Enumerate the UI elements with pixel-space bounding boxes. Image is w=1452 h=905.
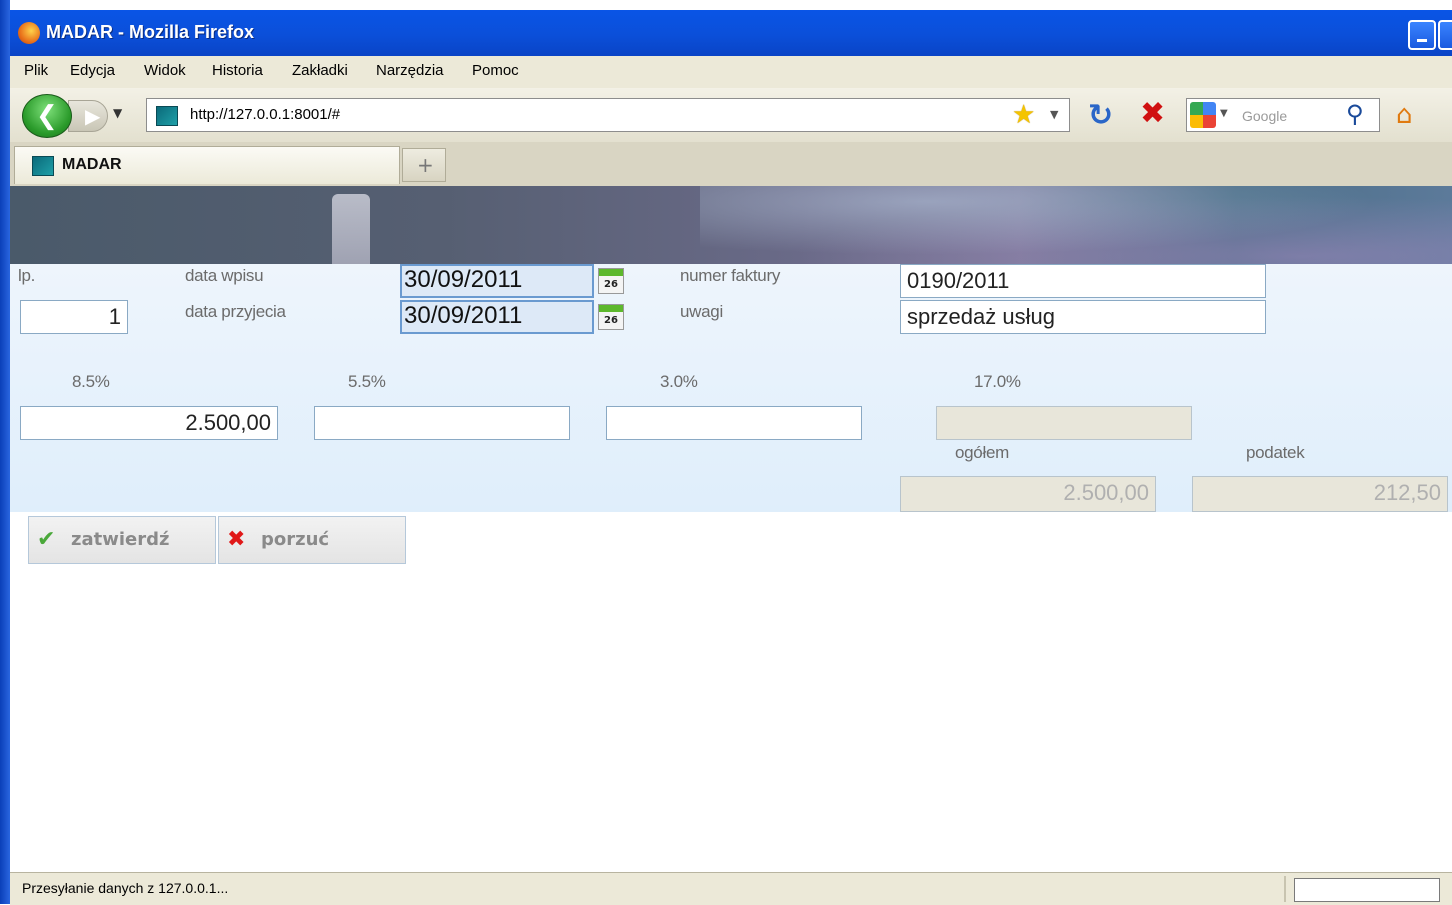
data-wpisu-label: data wpisu bbox=[185, 266, 264, 285]
menu-bookmarks[interactable]: Zakładki bbox=[292, 62, 348, 79]
google-engine-icon[interactable] bbox=[1190, 102, 1216, 128]
uwagi-field[interactable]: sprzedaż usług bbox=[900, 300, 1266, 334]
lp-field[interactable]: 1 bbox=[20, 300, 128, 334]
close-icon: ✖ bbox=[227, 527, 246, 552]
rate-3-0-field[interactable] bbox=[606, 406, 862, 440]
menu-view[interactable]: Widok bbox=[144, 62, 186, 79]
confirm-button[interactable]: ✔ zatwierdź bbox=[28, 516, 216, 564]
menu-edit[interactable]: Edycja bbox=[70, 62, 115, 79]
data-przyjecia-field[interactable]: 30/09/2011 bbox=[400, 300, 594, 334]
url-text[interactable]: http://127.0.0.1:8001/# bbox=[190, 106, 340, 123]
plus-icon: + bbox=[417, 153, 434, 177]
minimize-button[interactable] bbox=[1408, 20, 1436, 50]
forward-arrow-icon: ▶ bbox=[85, 104, 101, 128]
data-wpisu-field[interactable]: 30/09/2011 bbox=[400, 264, 594, 298]
url-dropdown-icon[interactable]: ▼ bbox=[1050, 108, 1058, 121]
rate-label-8-5: 8.5% bbox=[72, 372, 110, 391]
confirm-button-label: zatwierdź bbox=[71, 529, 170, 550]
back-button[interactable]: ❮ bbox=[22, 94, 72, 138]
rate-8-5-field[interactable]: 2.500,00 bbox=[20, 406, 278, 440]
banner-handle bbox=[332, 194, 370, 264]
menu-help[interactable]: Pomoc bbox=[472, 62, 519, 79]
numer-faktury-label: numer faktury bbox=[680, 266, 781, 285]
podatek-field: 212,50 bbox=[1192, 476, 1448, 512]
bookmark-star-icon[interactable]: ★ bbox=[1012, 100, 1035, 130]
podatek-label: podatek bbox=[1246, 443, 1305, 462]
menu-file[interactable]: Plik bbox=[24, 62, 48, 79]
top-strip bbox=[0, 0, 1452, 10]
lp-label: lp. bbox=[18, 266, 36, 285]
menu-tools[interactable]: Narzędzia bbox=[376, 62, 444, 79]
ogolem-field: 2.500,00 bbox=[900, 476, 1156, 512]
window-frame-left bbox=[0, 0, 10, 904]
tab-favicon-icon bbox=[32, 156, 54, 176]
history-dropdown-icon[interactable]: ▼ bbox=[113, 106, 122, 120]
window-title: MADAR - Mozilla Firefox bbox=[46, 22, 255, 42]
reload-icon[interactable]: ↻ bbox=[1088, 98, 1113, 133]
back-arrow-icon: ❮ bbox=[36, 101, 58, 131]
rate-label-17-0: 17.0% bbox=[974, 372, 1021, 391]
tab-label: MADAR bbox=[62, 156, 122, 173]
search-engine-dropdown-icon[interactable]: ▼ bbox=[1220, 108, 1228, 119]
status-divider bbox=[1284, 876, 1286, 902]
uwagi-label: uwagi bbox=[680, 302, 723, 321]
search-placeholder: Google bbox=[1242, 108, 1288, 124]
menu-history[interactable]: Historia bbox=[212, 62, 263, 79]
new-tab-button[interactable]: + bbox=[402, 148, 446, 182]
rate-label-5-5: 5.5% bbox=[348, 372, 386, 391]
numer-faktury-field[interactable]: 0190/2011 bbox=[900, 264, 1266, 298]
banner-decoration bbox=[700, 186, 1452, 264]
discard-button-label: porzuć bbox=[261, 529, 330, 550]
firefox-logo-icon bbox=[18, 22, 40, 44]
site-favicon-icon bbox=[156, 106, 178, 126]
forward-button[interactable]: ▶ bbox=[68, 100, 108, 132]
rate-5-5-field[interactable] bbox=[314, 406, 570, 440]
calendar-icon[interactable]: 26 bbox=[598, 304, 624, 330]
status-progress-box bbox=[1294, 878, 1440, 902]
maximize-button[interactable] bbox=[1438, 20, 1452, 50]
checkmark-icon: ✔ bbox=[37, 527, 56, 552]
rate-label-3-0: 3.0% bbox=[660, 372, 698, 391]
data-przyjecia-label: data przyjecia bbox=[185, 302, 286, 321]
ogolem-label: ogółem bbox=[955, 443, 1009, 462]
discard-button[interactable]: ✖ porzuć bbox=[218, 516, 406, 564]
calendar-icon[interactable]: 26 bbox=[598, 268, 624, 294]
stop-icon[interactable]: ✖ bbox=[1140, 96, 1165, 131]
status-text: Przesyłanie danych z 127.0.0.1... bbox=[22, 880, 229, 896]
search-icon[interactable]: ⚲ bbox=[1346, 100, 1364, 128]
home-icon[interactable]: ⌂ bbox=[1396, 100, 1413, 130]
rate-17-0-field bbox=[936, 406, 1192, 440]
